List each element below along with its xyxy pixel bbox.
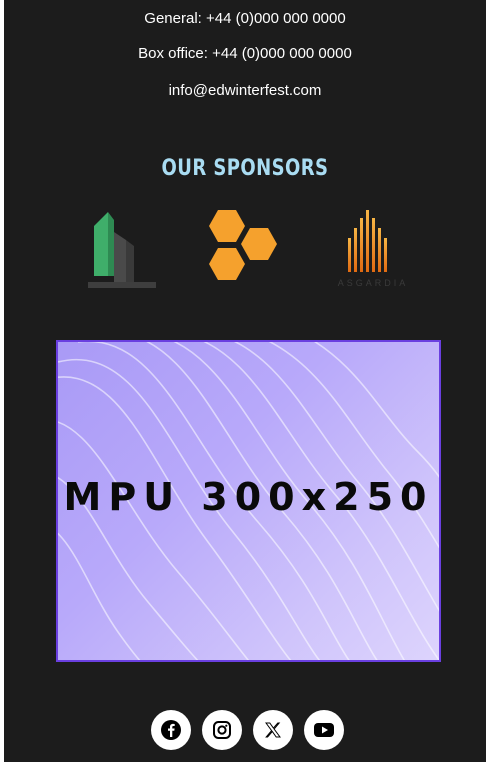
sponsors-heading: OUR SPONSORS bbox=[161, 156, 329, 181]
footer: General: +44 (0)000 000 0000 Box office:… bbox=[4, 0, 486, 762]
youtube-icon bbox=[314, 723, 334, 737]
x-button[interactable] bbox=[253, 710, 293, 750]
contact-email[interactable]: info@edwinterfest.com bbox=[4, 82, 486, 99]
x-icon bbox=[265, 722, 281, 738]
general-phone[interactable]: General: +44 (0)000 000 0000 bbox=[4, 10, 486, 27]
ad-size-label: MPU 300x250 bbox=[63, 475, 434, 519]
sponsor-logo-hexagons[interactable] bbox=[206, 208, 286, 293]
sponsor-logo-building[interactable] bbox=[88, 206, 158, 299]
box-office-phone[interactable]: Box office: +44 (0)000 000 0000 bbox=[4, 45, 486, 62]
instagram-button[interactable] bbox=[202, 710, 242, 750]
ad-placeholder-mpu[interactable]: MPU 300x250 bbox=[56, 340, 441, 662]
sponsor-logo-asgardia[interactable]: ASGARDIA bbox=[330, 206, 416, 297]
orange-hexagons-logo-icon bbox=[209, 210, 277, 280]
facebook-icon bbox=[161, 720, 181, 740]
instagram-icon bbox=[213, 721, 231, 739]
green-building-logo-icon bbox=[88, 212, 156, 288]
facebook-button[interactable] bbox=[151, 710, 191, 750]
asgardia-logo-text: ASGARDIA bbox=[337, 278, 409, 288]
youtube-button[interactable] bbox=[304, 710, 344, 750]
